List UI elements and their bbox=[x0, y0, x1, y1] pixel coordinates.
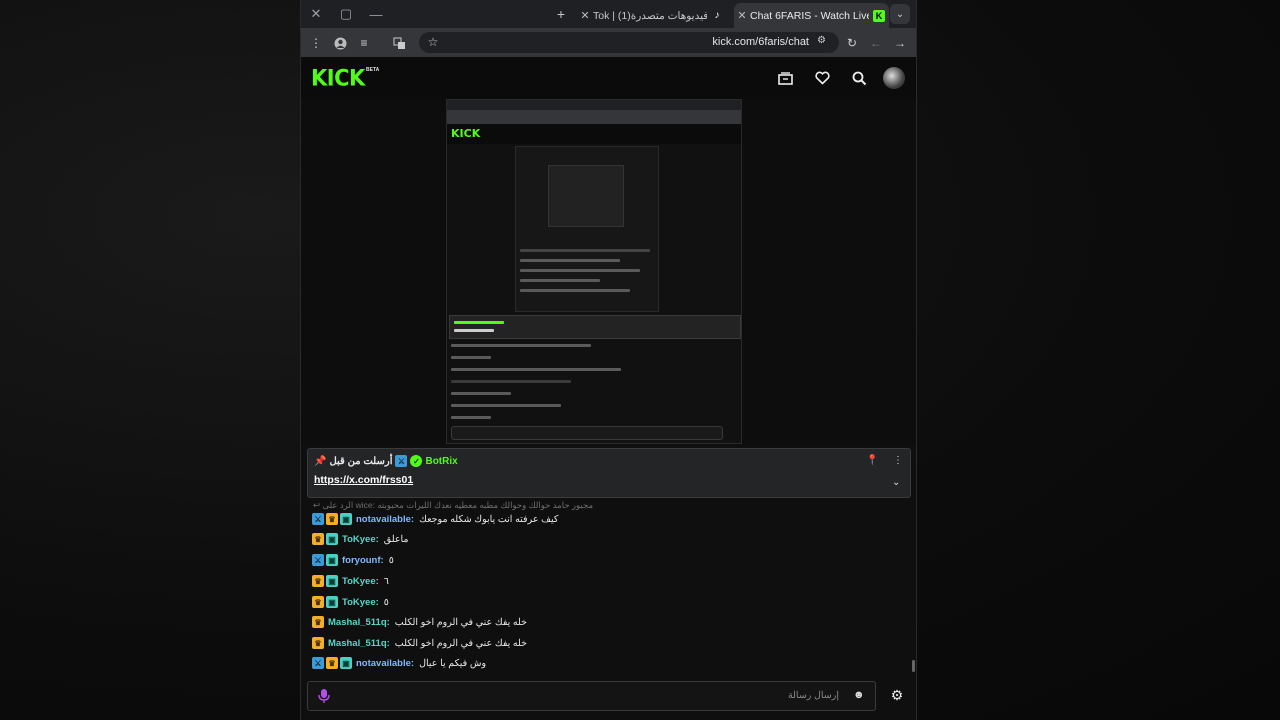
crown-badge-icon: ♛ bbox=[312, 596, 324, 608]
moderator-badge-icon: ⚔ bbox=[395, 455, 408, 467]
pinned-header: 📌 أرسلت من قبل ⚔ ✓ BotRix bbox=[314, 455, 458, 467]
close-window-icon[interactable]: ✕ bbox=[301, 0, 331, 28]
reply-text: الرد على wice: مجبور حامد حوالك وحوالك م… bbox=[322, 500, 594, 510]
chat-text: ٦ bbox=[383, 575, 389, 587]
address-bar[interactable]: ☆ kick.com/6faris/chat ⚙ bbox=[419, 32, 839, 53]
crown-badge-icon: ♛ bbox=[312, 575, 324, 587]
pinned-message: 📌 أرسلت من قبل ⚔ ✓ BotRix https://x.com/… bbox=[307, 448, 911, 498]
pinned-link[interactable]: https://x.com/frss01 bbox=[314, 474, 413, 486]
chat-message[interactable]: ⚔ ▣ foryounf: ٥ bbox=[312, 553, 394, 567]
chat-text: خله يفك عني في الروم اخو الكلب bbox=[394, 616, 528, 628]
pin-icon: 📌 bbox=[314, 455, 327, 467]
nested-screenshot: KICK bbox=[446, 99, 742, 444]
tab-title: Chat 6FARIS - Watch Live on Kick bbox=[750, 9, 869, 22]
reply-preview: ↩ الرد على wice: مجبور حامد حوالك وحوالك… bbox=[313, 500, 593, 511]
moderator-badge-icon: ⚔ bbox=[312, 554, 324, 566]
chat-username[interactable]: ToKyee: bbox=[342, 576, 379, 587]
verified-badge-icon: ✓ bbox=[410, 455, 423, 467]
maximize-window-icon[interactable]: ▢ bbox=[331, 0, 361, 28]
crown-badge-icon: ♛ bbox=[312, 533, 324, 545]
close-tab-icon[interactable]: ✕ bbox=[577, 9, 593, 22]
moderator-badge-icon: ⚔ bbox=[312, 513, 324, 525]
minimize-window-icon[interactable]: — bbox=[361, 0, 391, 28]
crown-badge-icon: ♛ bbox=[326, 513, 338, 525]
browser-toolbar: ⋮ ≡ ☆ kick.com/6faris/chat ⚙ ↻ ← → bbox=[301, 28, 916, 57]
tab-title: Tok | (1)شاهد فيديوهات متصدرة bbox=[593, 9, 707, 22]
crown-badge-icon: ♛ bbox=[312, 637, 324, 649]
chat-username[interactable]: ToKyee: bbox=[342, 534, 379, 545]
chat-username[interactable]: ToKyee: bbox=[342, 597, 379, 608]
subscriber-badge-icon: ▣ bbox=[340, 513, 352, 525]
kick-icon: K bbox=[873, 9, 885, 22]
chat-message[interactable]: ♛ Mashal_511q: خله يفك عني في الروم اخو … bbox=[312, 615, 527, 629]
chat-input[interactable]: إرسال رسالة ☻ bbox=[307, 681, 876, 711]
crown-badge-icon: ♛ bbox=[312, 616, 324, 628]
new-tab-button[interactable]: + bbox=[551, 4, 571, 24]
chat-scrollbar[interactable] bbox=[912, 660, 915, 672]
tab-strip: ✕ ▢ — + ✕ Tok | (1)شاهد فيديوهات متصدرة … bbox=[301, 0, 916, 28]
pinned-username[interactable]: BotRix bbox=[425, 456, 457, 467]
kick-logo[interactable]: KICK bbox=[311, 65, 365, 90]
subscriber-badge-icon: ▣ bbox=[326, 575, 338, 587]
emoji-icon[interactable]: ☻ bbox=[853, 689, 865, 701]
following-icon[interactable] bbox=[775, 68, 795, 88]
chat-message[interactable]: ♛ ▣ ToKyee: ٦ bbox=[312, 574, 389, 588]
profile-icon[interactable] bbox=[330, 33, 350, 53]
chat-message[interactable]: ⚔ ♛ ▣ notavailable: كيف عرفته انت يابوك … bbox=[312, 512, 558, 526]
user-avatar[interactable] bbox=[883, 67, 905, 89]
reply-icon: ↩ bbox=[313, 500, 321, 510]
tab-search-chevron-icon[interactable]: ⌄ bbox=[890, 4, 910, 24]
expand-chevron-icon[interactable]: ⌄ bbox=[892, 477, 900, 488]
chat-text: ٥ bbox=[388, 554, 394, 566]
microphone-icon[interactable] bbox=[318, 688, 332, 704]
kick-header: KICK BETA bbox=[301, 57, 916, 99]
unpin-icon[interactable]: 📍 bbox=[866, 455, 878, 466]
close-tab-icon[interactable]: ✕ bbox=[734, 9, 750, 22]
chat-message[interactable]: ♛ ▣ ToKyee: ماعلق bbox=[312, 532, 409, 546]
menu-kebab-icon[interactable]: ⋮ bbox=[306, 33, 326, 53]
chat-text: ٥ bbox=[383, 596, 389, 608]
beta-label: BETA bbox=[366, 67, 380, 73]
crown-badge-icon: ♛ bbox=[326, 657, 338, 669]
subscriber-badge-icon: ▣ bbox=[326, 533, 338, 545]
moderator-badge-icon: ⚔ bbox=[312, 657, 324, 669]
site-settings-icon[interactable]: ⚙ bbox=[817, 35, 831, 49]
chat-messages: ↩ الرد على wice: مجبور حامد حوالك وحوالك… bbox=[301, 499, 916, 676]
chat-text: خله يفك عني في الروم اخو الكلب bbox=[394, 637, 528, 649]
chat-text: وش فيكم يا عيال bbox=[419, 657, 487, 669]
chat-message[interactable]: ♛ Mashal_511q: خله يفك عني في الروم اخو … bbox=[312, 636, 527, 650]
subscriber-badge-icon: ▣ bbox=[326, 554, 338, 566]
chat-username[interactable]: notavailable: bbox=[356, 658, 414, 669]
tab-tiktok[interactable]: ✕ Tok | (1)شاهد فيديوهات متصدرة ♪ bbox=[577, 3, 727, 28]
chat-username[interactable]: Mashal_511q: bbox=[328, 638, 390, 649]
more-options-icon[interactable]: ⋮ bbox=[893, 455, 903, 466]
bookmark-star-icon[interactable]: ☆ bbox=[423, 32, 443, 52]
forward-icon[interactable]: → bbox=[890, 33, 910, 53]
chat-input-row: إرسال رسالة ☻ ⚙ bbox=[307, 681, 909, 713]
chat-settings-gear-icon[interactable]: ⚙ bbox=[888, 686, 906, 704]
chat-username[interactable]: Mashal_511q: bbox=[328, 617, 390, 628]
back-icon[interactable]: ← bbox=[866, 33, 886, 53]
url-text: kick.com/6faris/chat bbox=[712, 36, 809, 48]
chat-username[interactable]: notavailable: bbox=[356, 514, 414, 525]
subscriber-badge-icon: ▣ bbox=[340, 657, 352, 669]
pinned-by-label: أرسلت من قبل bbox=[329, 455, 393, 467]
chat-message[interactable]: ♛ ▣ ToKyee: ٥ bbox=[312, 595, 389, 609]
reload-icon[interactable]: ↻ bbox=[842, 33, 862, 53]
chat-text: ماعلق bbox=[383, 533, 409, 545]
chat-message[interactable]: ⚔ ♛ ▣ notavailable: وش فيكم يا عيال bbox=[312, 656, 486, 670]
stream-player[interactable]: KICK bbox=[301, 99, 916, 444]
browser-window: ✕ ▢ — + ✕ Tok | (1)شاهد فيديوهات متصدرة … bbox=[300, 0, 917, 720]
subscriber-badge-icon: ▣ bbox=[326, 596, 338, 608]
chat-input-placeholder: إرسال رسالة bbox=[787, 690, 839, 701]
translate-icon[interactable] bbox=[389, 33, 409, 53]
chat-username[interactable]: foryounf: bbox=[342, 555, 384, 566]
tab-kick-chat[interactable]: ✕ Chat 6FARIS - Watch Live on Kick K bbox=[734, 3, 889, 28]
heart-icon[interactable] bbox=[812, 68, 832, 88]
search-icon[interactable] bbox=[849, 68, 869, 88]
reading-list-icon[interactable]: ≡ bbox=[354, 33, 374, 53]
chat-text: كيف عرفته انت يابوك شكله موجعك bbox=[419, 513, 559, 525]
tiktok-icon: ♪ bbox=[714, 10, 720, 21]
